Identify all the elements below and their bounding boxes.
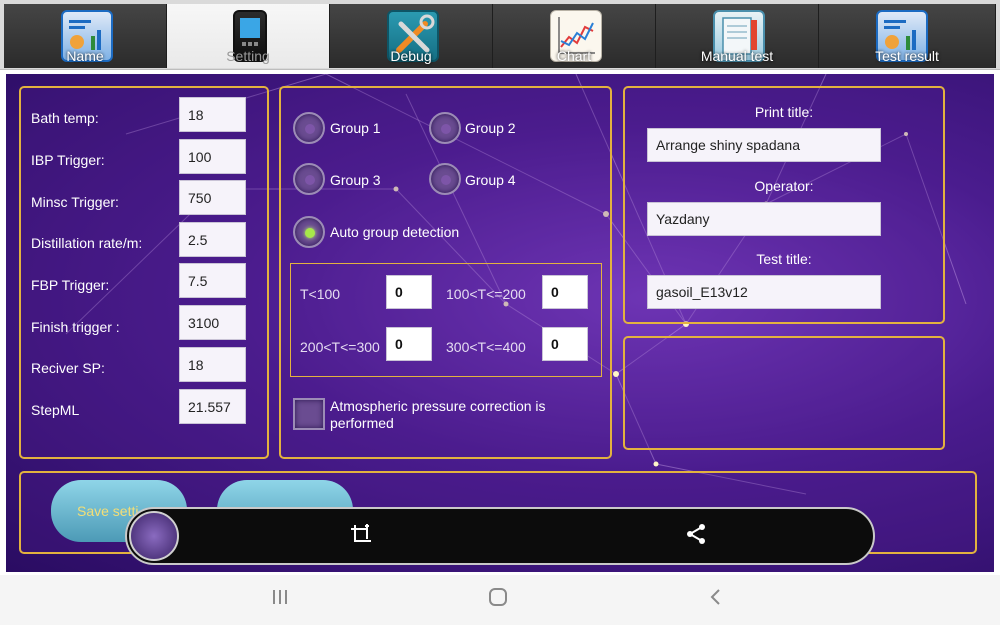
fbp-trigger-label: FBP Trigger: — [31, 277, 110, 293]
test-title-label: Test title: — [756, 251, 812, 267]
t-lt-100-field[interactable]: 0 — [386, 275, 432, 309]
test-title-field[interactable]: gasoil_E13v12 — [647, 275, 881, 309]
bath-temp-label: Bath temp: — [31, 110, 99, 126]
empty-panel — [623, 336, 945, 450]
tab-name-label: Name — [66, 48, 104, 64]
group-4-radio[interactable] — [429, 163, 461, 195]
screenshot-toolbar — [125, 507, 875, 565]
tab-debug[interactable]: Debug — [330, 4, 493, 68]
top-tab-bar: Name Setting Debug Chart Manual test Tes… — [0, 0, 1000, 70]
tab-setting[interactable]: Setting — [167, 4, 330, 68]
t-100-200-field[interactable]: 0 — [542, 275, 588, 309]
screenshot-thumbnail[interactable] — [129, 511, 179, 561]
bath-temp-field[interactable]: 18 — [179, 97, 246, 132]
group-3-label: Group 3 — [330, 172, 381, 188]
radio-dot — [305, 124, 315, 134]
group-panel: Group 1 Group 2 Group 3 Group 4 Auto gro… — [279, 86, 612, 459]
tab-name[interactable]: Name — [4, 4, 167, 68]
tab-chart-label: Chart — [556, 48, 592, 64]
radio-dot — [305, 228, 315, 238]
tab-setting-label: Setting — [226, 48, 270, 64]
group-3-radio[interactable] — [293, 163, 325, 195]
operator-field[interactable]: Yazdany — [647, 202, 881, 236]
ibp-trigger-label: IBP Trigger: — [31, 152, 105, 168]
finish-trigger-field[interactable]: 3100 — [179, 305, 246, 340]
threshold-box: T<100 0 100<T<=200 0 200<T<=300 0 300<T<… — [290, 263, 602, 377]
group-2-radio[interactable] — [429, 112, 461, 144]
radio-dot — [305, 175, 315, 185]
crop-edit-icon[interactable] — [349, 523, 373, 553]
tab-manual-test[interactable]: Manual test — [656, 4, 819, 68]
distillation-rate-label: Distillation rate/m: — [31, 235, 143, 251]
group-1-label: Group 1 — [330, 120, 381, 136]
recent-apps-icon[interactable] — [270, 587, 290, 613]
reciver-sp-field[interactable]: 18 — [179, 347, 246, 382]
radio-dot — [441, 175, 451, 185]
t-100-200-label: 100<T<=200 — [446, 286, 526, 302]
tab-test-result[interactable]: Test result — [819, 4, 996, 68]
step-ml-field[interactable]: 21.557 — [179, 389, 246, 424]
atm-correction-checkbox[interactable] — [293, 398, 325, 430]
settings-panel: Bath temp: 18 IBP Trigger: 100 Minsc Tri… — [19, 86, 269, 459]
back-icon[interactable] — [706, 587, 726, 613]
step-ml-label: StepML — [31, 402, 80, 418]
radio-dot — [441, 124, 451, 134]
tab-manual-test-label: Manual test — [700, 48, 774, 64]
t-300-400-label: 300<T<=400 — [446, 339, 526, 355]
ibp-trigger-field[interactable]: 100 — [179, 139, 246, 174]
t-200-300-label: 200<T<=300 — [300, 339, 380, 355]
tab-debug-label: Debug — [390, 48, 432, 64]
t-lt-100-label: T<100 — [300, 286, 341, 302]
group-4-label: Group 4 — [465, 172, 516, 188]
auto-group-label: Auto group detection — [330, 224, 460, 240]
atm-correction-label: Atmospheric pressure correction is perfo… — [330, 398, 546, 431]
tab-chart[interactable]: Chart — [493, 4, 656, 68]
minsc-trigger-label: Minsc Trigger: — [31, 194, 119, 210]
print-title-field[interactable]: Arrange shiny spadana — [647, 128, 881, 162]
fbp-trigger-field[interactable]: 7.5 — [179, 263, 246, 298]
system-nav-bar — [0, 575, 1000, 625]
reciver-sp-label: Reciver SP: — [31, 360, 105, 376]
operator-label: Operator: — [754, 178, 814, 194]
finish-trigger-label: Finish trigger : — [31, 319, 120, 335]
print-title-label: Print title: — [754, 104, 814, 120]
tab-test-result-label: Test result — [875, 48, 939, 64]
distillation-rate-field[interactable]: 2.5 — [179, 222, 246, 257]
auto-group-radio[interactable] — [293, 216, 325, 248]
group-1-radio[interactable] — [293, 112, 325, 144]
home-icon[interactable] — [488, 587, 508, 613]
settings-screen: Bath temp: 18 IBP Trigger: 100 Minsc Tri… — [6, 74, 994, 572]
share-icon[interactable] — [685, 523, 707, 551]
minsc-trigger-field[interactable]: 750 — [179, 180, 246, 215]
t-300-400-field[interactable]: 0 — [542, 327, 588, 361]
print-panel: Print title: Arrange shiny spadana Opera… — [623, 86, 945, 324]
group-2-label: Group 2 — [465, 120, 516, 136]
t-200-300-field[interactable]: 0 — [386, 327, 432, 361]
